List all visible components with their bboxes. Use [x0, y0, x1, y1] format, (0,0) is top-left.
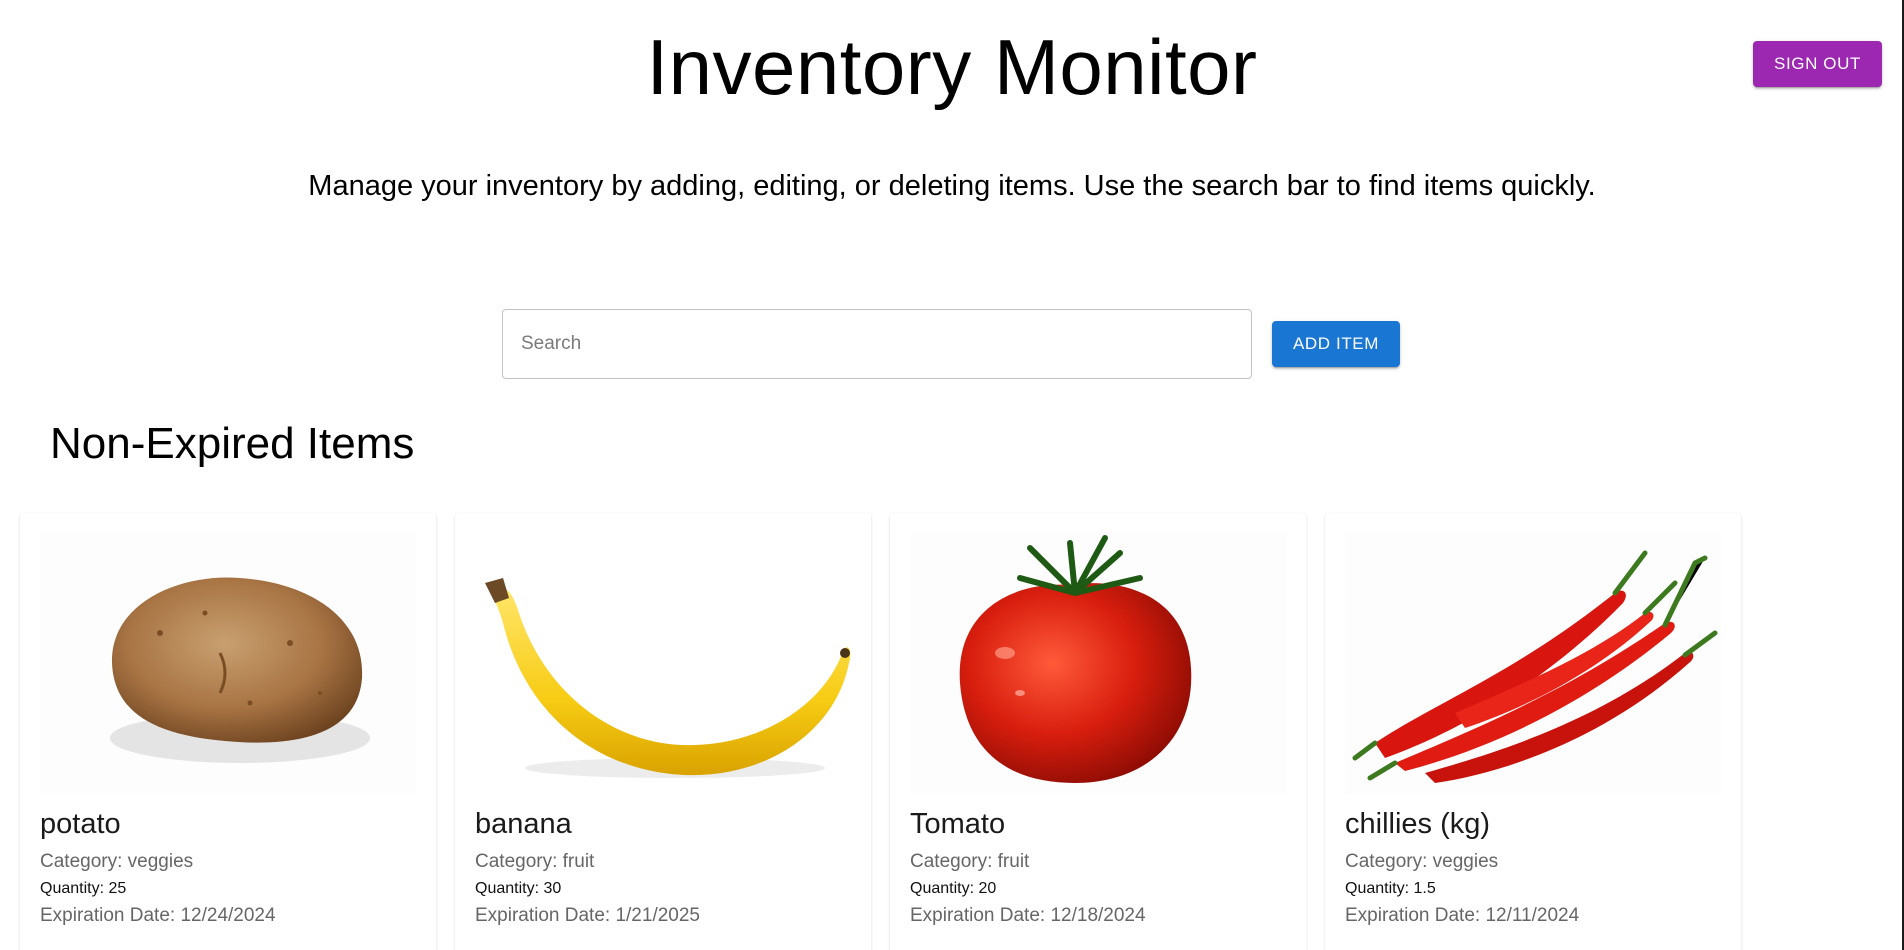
item-card-potato[interactable]: potato Category: veggies Quantity: 25 Ex…	[20, 513, 436, 950]
banana-image	[475, 533, 851, 794]
item-category: Category: veggies	[1345, 851, 1499, 872]
item-category: Category: veggies	[40, 851, 194, 872]
item-name: Tomato	[910, 808, 1006, 840]
page-subtitle: Manage your inventory by adding, editing…	[308, 170, 1596, 202]
item-quantity: Quantity: 25	[40, 880, 127, 897]
item-expiration: Expiration Date: 12/18/2024	[910, 905, 1146, 926]
page-title: Inventory Monitor	[646, 23, 1258, 111]
potato-image	[40, 533, 416, 794]
search-input[interactable]	[503, 310, 1251, 378]
item-expiration: Expiration Date: 12/24/2024	[40, 905, 276, 926]
item-quantity: Quantity: 1.5	[1345, 880, 1436, 897]
item-category: Category: fruit	[475, 851, 595, 872]
item-card-chillies[interactable]: chillies (kg) Category: veggies Quantity…	[1325, 513, 1741, 950]
chillies-image	[1345, 533, 1721, 794]
item-quantity: Quantity: 30	[475, 880, 562, 897]
sign-out-button[interactable]: SIGN OUT	[1753, 41, 1882, 87]
item-expiration: Expiration Date: 1/21/2025	[475, 905, 700, 926]
item-name: potato	[40, 808, 121, 840]
item-expiration: Expiration Date: 12/11/2024	[1345, 905, 1580, 926]
search-field[interactable]	[502, 309, 1252, 379]
item-card-tomato[interactable]: Tomato Category: fruit Quantity: 20 Expi…	[890, 513, 1306, 950]
item-name: chillies (kg)	[1345, 808, 1491, 840]
item-category: Category: fruit	[910, 851, 1030, 872]
item-quantity: Quantity: 20	[910, 880, 997, 897]
tomato-image	[910, 533, 1286, 794]
item-card-banana[interactable]: banana Category: fruit Quantity: 30 Expi…	[455, 513, 871, 950]
item-name: banana	[475, 808, 572, 840]
add-item-button[interactable]: ADD ITEM	[1272, 321, 1400, 367]
section-title: Non-Expired Items	[50, 419, 415, 468]
